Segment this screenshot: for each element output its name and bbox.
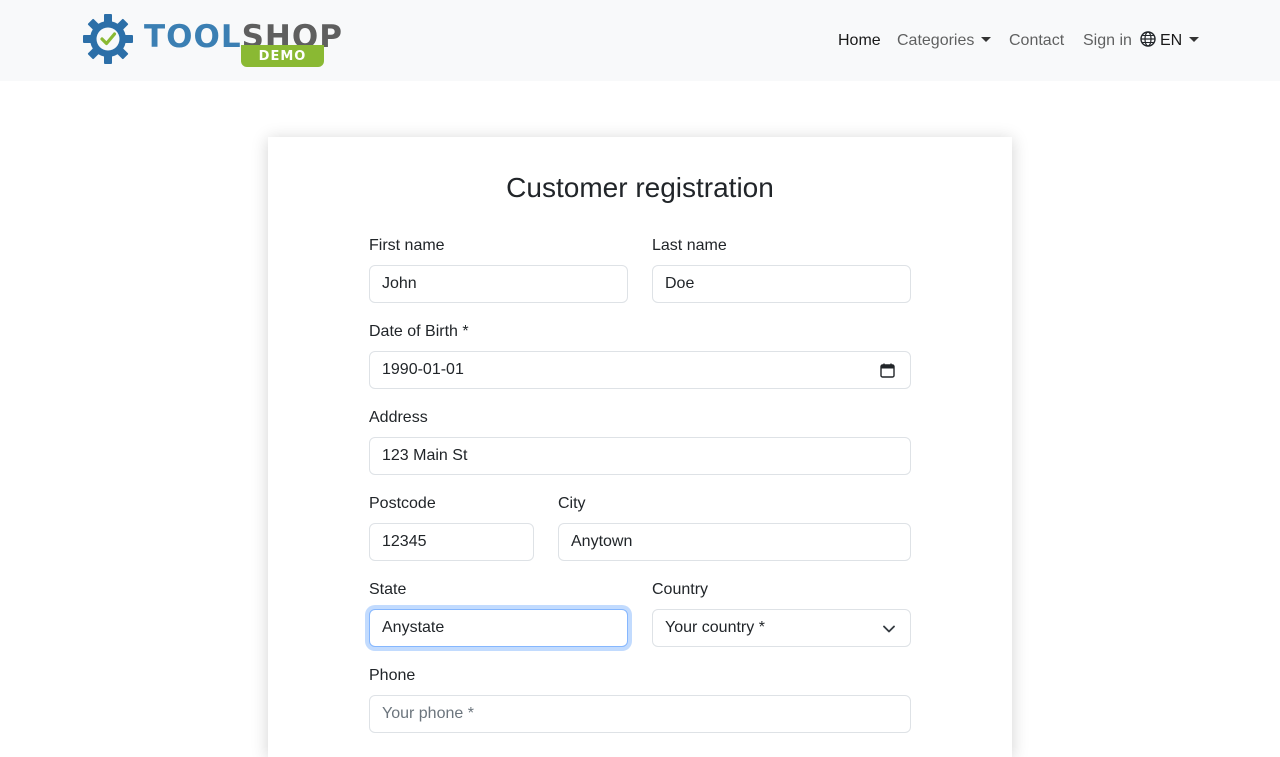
dob-value: 1990-01-01 (382, 361, 464, 378)
page-title: Customer registration (506, 172, 774, 203)
last-name-label: Last name (652, 237, 727, 254)
nav-categories-label: Categories (897, 32, 975, 49)
language-dropdown[interactable]: EN (1140, 30, 1200, 52)
address-value: 123 Main St (382, 447, 468, 464)
last-name-input[interactable]: Doe (652, 265, 911, 303)
last-name-value: Doe (665, 275, 695, 292)
postcode-input[interactable]: 12345 (369, 523, 534, 561)
language-label: EN (1160, 32, 1183, 49)
state-value: Anystate (382, 619, 445, 636)
caret-down-icon (981, 37, 992, 42)
country-selected-value: Your country * (665, 619, 765, 636)
phone-input[interactable]: Your phone * (369, 695, 911, 733)
nav-sign-in-link[interactable]: Sign in (1083, 30, 1132, 52)
nav-contact-link[interactable]: Contact (1009, 30, 1064, 52)
postcode-value: 12345 (382, 533, 427, 550)
country-label: Country (652, 581, 709, 598)
state-label: State (369, 581, 407, 598)
first-name-label: First name (369, 237, 445, 254)
navbar: TOOLSHOP DEMO Home Categories Contact Si… (0, 0, 1280, 81)
dob-label: Date of Birth * (369, 323, 469, 340)
country-select[interactable]: Your country * (652, 609, 911, 647)
calendar-icon[interactable] (880, 363, 895, 378)
address-label: Address (369, 409, 428, 426)
city-label: City (558, 495, 586, 512)
postcode-label: Postcode (369, 495, 436, 512)
phone-placeholder: Your phone * (382, 705, 474, 722)
main-nav: Home Categories Contact Sign in EN (0, 30, 1280, 52)
nav-categories-dropdown[interactable]: Categories (897, 30, 992, 52)
chevron-down-icon (883, 625, 895, 633)
globe-icon (1140, 31, 1156, 47)
city-input[interactable]: Anytown (558, 523, 911, 561)
caret-down-icon (1189, 37, 1200, 42)
state-input[interactable]: Anystate (369, 609, 628, 647)
phone-label: Phone (369, 667, 416, 684)
dob-input[interactable]: 1990-01-01 (369, 351, 911, 389)
city-value: Anytown (571, 533, 633, 550)
first-name-value: John (382, 275, 417, 292)
nav-home-link[interactable]: Home (838, 30, 881, 52)
first-name-input[interactable]: John (369, 265, 628, 303)
address-input[interactable]: 123 Main St (369, 437, 911, 475)
